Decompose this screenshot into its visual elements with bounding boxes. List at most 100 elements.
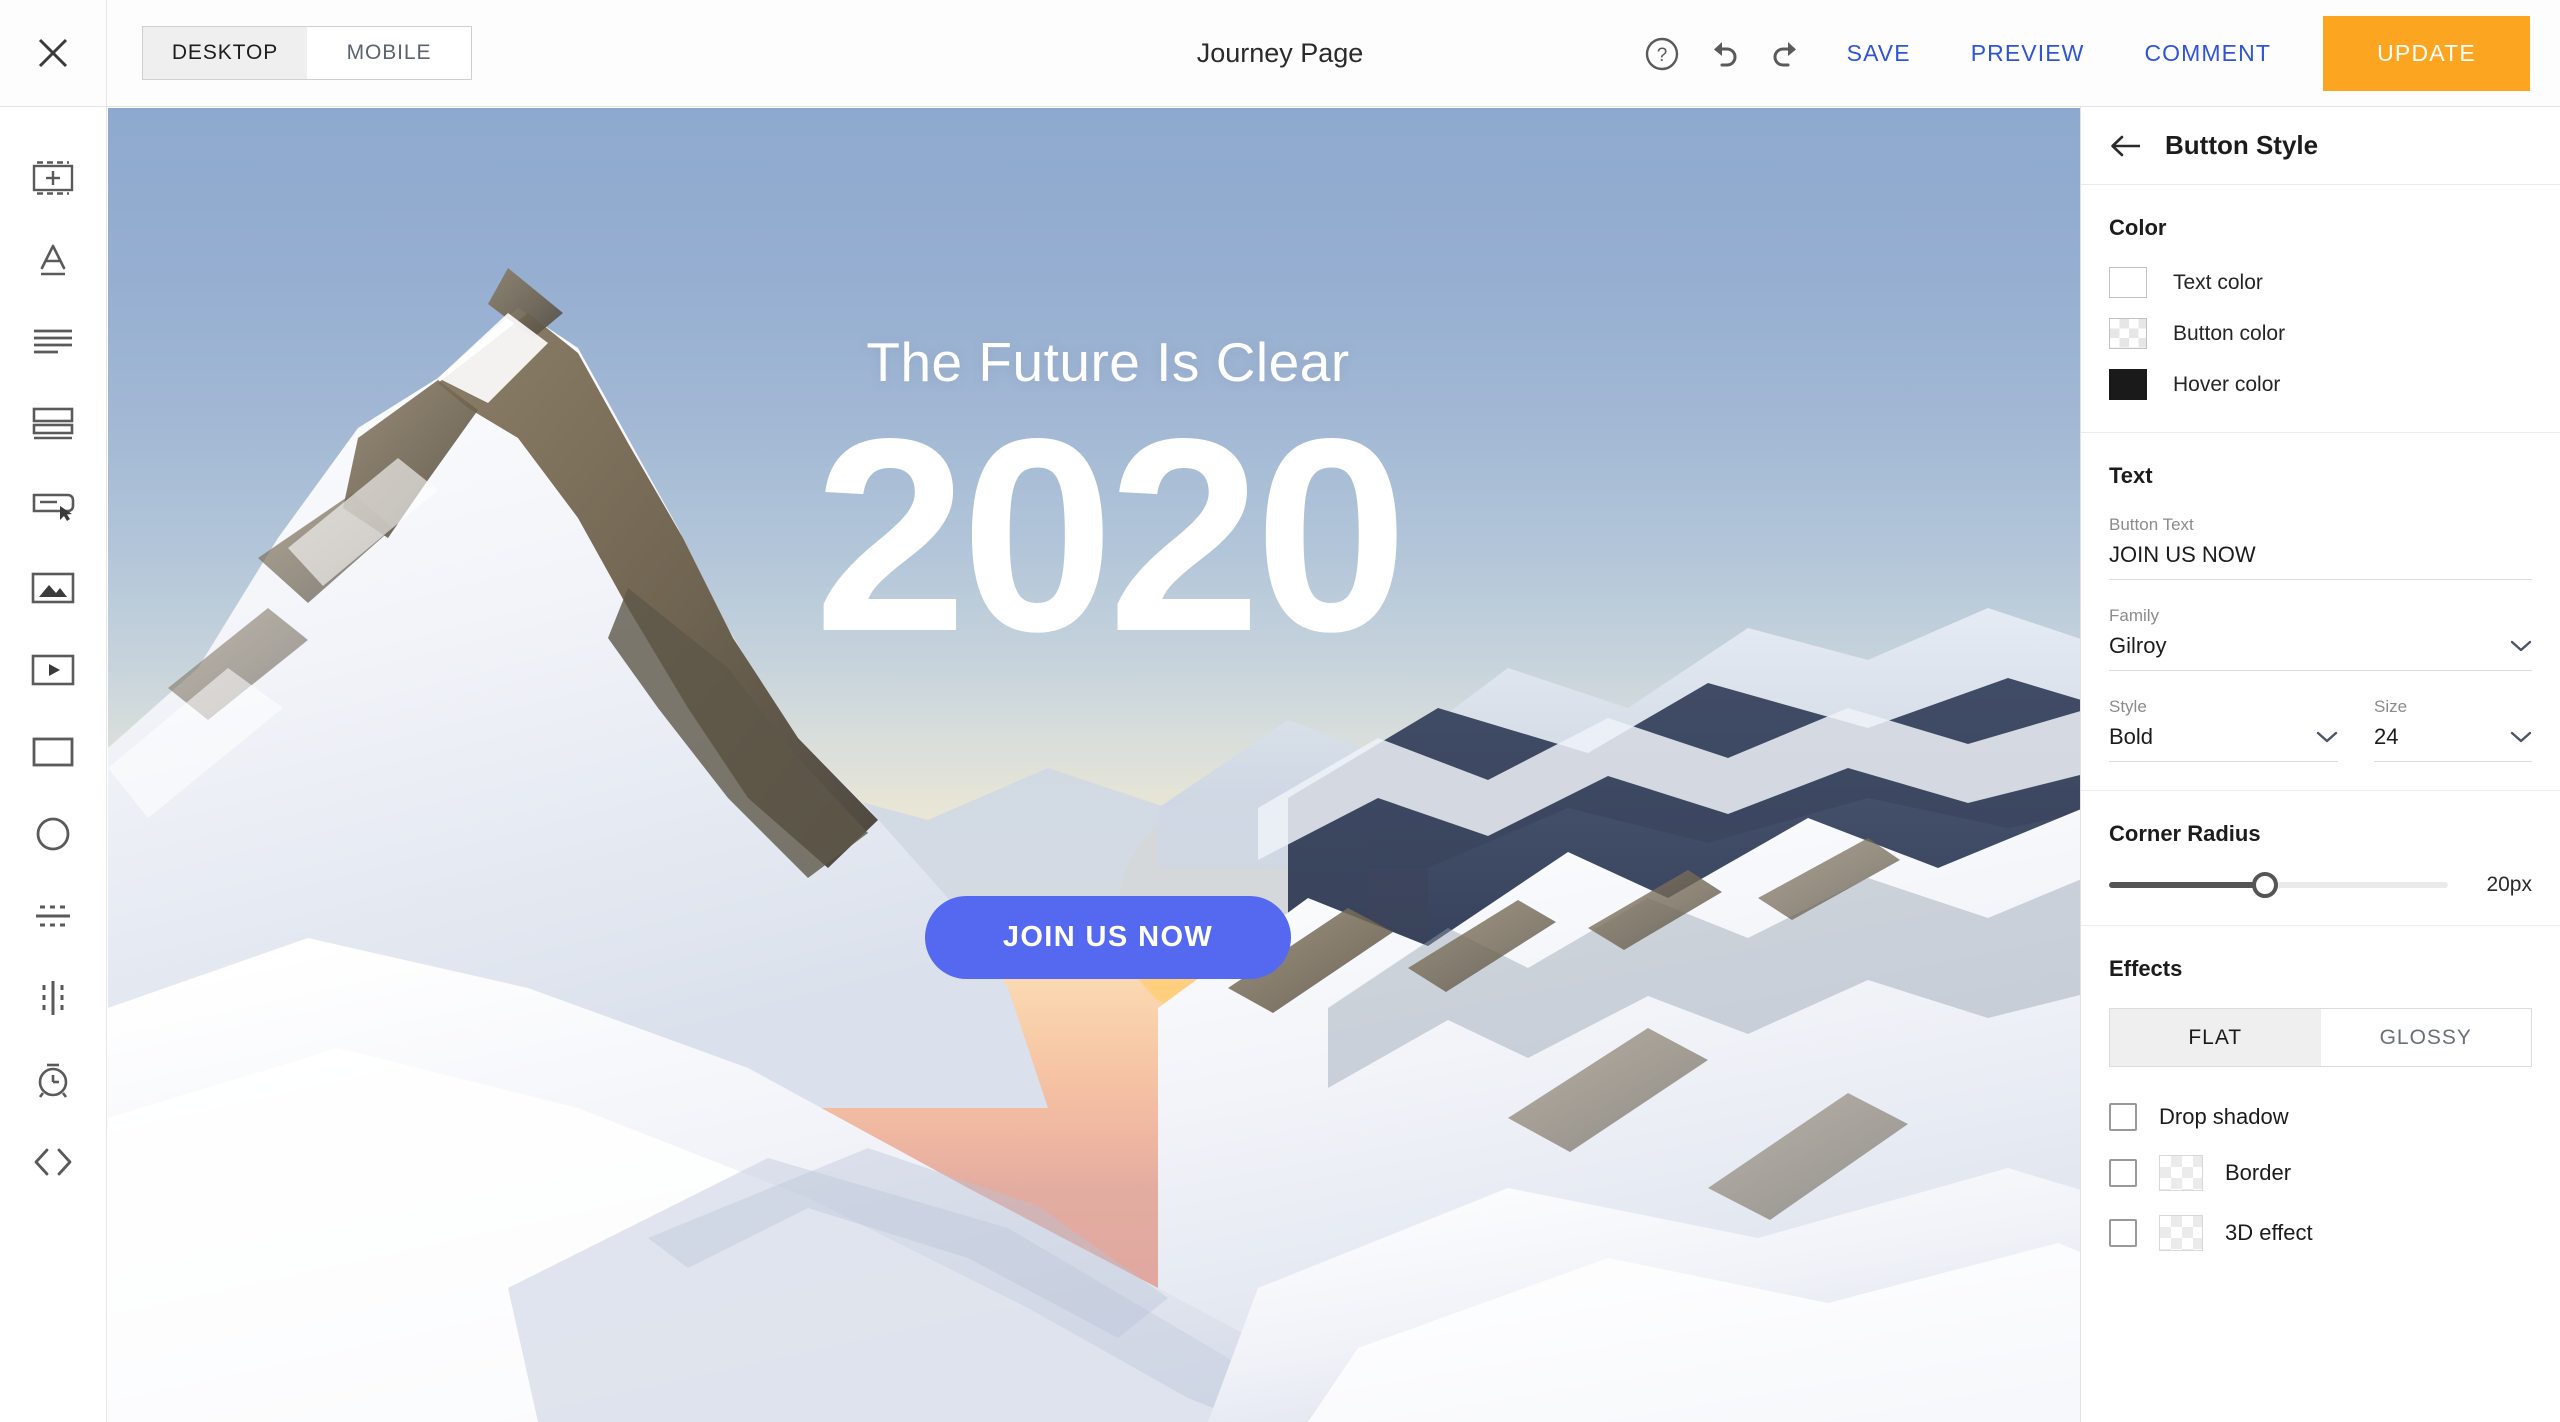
rectangle-icon <box>32 737 74 767</box>
sidebar-item-add-section[interactable] <box>0 137 107 219</box>
tab-mobile[interactable]: MOBILE <box>307 27 471 79</box>
panel-back-button[interactable] <box>2109 134 2143 158</box>
sidebar-item-rows[interactable] <box>0 383 107 465</box>
redo-button[interactable] <box>1755 23 1817 85</box>
help-circle-icon: ? <box>1645 37 1678 70</box>
code-icon <box>34 1148 72 1176</box>
style-size-row: Style Bold Size 24 <box>2109 697 2532 762</box>
hero-cta-button[interactable]: JOIN US NOW <box>925 896 1291 979</box>
button-color-label: Button color <box>2173 321 2286 345</box>
font-size-value: 24 <box>2374 724 2399 749</box>
drop-shadow-checkbox[interactable] <box>2109 1103 2137 1131</box>
corner-radius-section: Corner Radius 20px <box>2081 790 2560 925</box>
undo-icon <box>1713 41 1737 66</box>
text-section: Text Button Text Family Gilroy Style <box>2081 432 2560 790</box>
three-d-effect-row[interactable]: 3D effect <box>2109 1215 2532 1251</box>
corner-radius-slider-row: 20px <box>2109 872 2532 898</box>
tab-flat-label: FLAT <box>2188 1025 2243 1049</box>
button-text-input[interactable] <box>2109 542 2532 580</box>
sidebar-item-text[interactable] <box>0 219 107 301</box>
drop-shadow-row[interactable]: Drop shadow <box>2109 1103 2532 1131</box>
sidebar-item-horizontal-divider[interactable] <box>0 875 107 957</box>
hover-color-label: Hover color <box>2173 372 2281 396</box>
comment-label: COMMENT <box>2144 40 2271 66</box>
sidebar-item-video[interactable] <box>0 629 107 711</box>
sidebar-item-vertical-divider[interactable] <box>0 957 107 1039</box>
panel-title: Button Style <box>2165 130 2319 160</box>
sidebar-item-circle[interactable] <box>0 793 107 875</box>
three-d-effect-label: 3D effect <box>2225 1220 2313 1245</box>
button-text-label: Button Text <box>2109 515 2194 534</box>
hover-color-row[interactable]: Hover color <box>2109 369 2532 400</box>
font-size-field[interactable]: Size 24 <box>2374 697 2532 762</box>
font-family-field[interactable]: Family Gilroy <box>2109 606 2532 671</box>
three-d-effect-color-swatch[interactable] <box>2159 1215 2203 1251</box>
app-root: DESKTOP MOBILE Journey Page ? SAVE PREVI… <box>0 0 2560 1422</box>
top-toolbar: DESKTOP MOBILE Journey Page ? SAVE PREVI… <box>0 0 2560 107</box>
text-icon <box>40 244 66 276</box>
sidebar-item-code[interactable] <box>0 1121 107 1203</box>
chevron-down-icon <box>2510 730 2532 744</box>
font-style-value: Bold <box>2109 724 2154 749</box>
hero-year: 2020 <box>108 398 2108 673</box>
font-size-label: Size <box>2374 697 2408 716</box>
font-style-label: Style <box>2109 697 2147 716</box>
redo-icon <box>1773 41 1796 66</box>
page-title-label: Journey Page <box>1196 38 1364 68</box>
text-color-row[interactable]: Text color <box>2109 267 2532 298</box>
undo-button[interactable] <box>1693 23 1755 85</box>
update-label: UPDATE <box>2377 40 2476 66</box>
font-style-field[interactable]: Style Bold <box>2109 697 2339 762</box>
close-editor-button[interactable] <box>0 0 107 107</box>
drop-shadow-label: Drop shadow <box>2159 1104 2289 1129</box>
effects-section: Effects FLAT GLOSSY Drop shadow Border 3… <box>2081 925 2560 1279</box>
font-size-select[interactable]: 24 <box>2374 724 2532 762</box>
image-icon <box>31 572 75 604</box>
preview-button[interactable]: PREVIEW <box>1941 40 2115 67</box>
circle-icon <box>36 817 70 851</box>
tab-flat[interactable]: FLAT <box>2110 1009 2321 1066</box>
border-color-swatch[interactable] <box>2159 1155 2203 1191</box>
button-color-swatch[interactable] <box>2109 318 2147 349</box>
vertical-divider-icon <box>42 981 64 1015</box>
page-canvas[interactable]: The Future Is Clear 2020 JOIN US NOW <box>108 108 2108 1422</box>
font-style-select[interactable]: Bold <box>2109 724 2339 762</box>
tab-desktop[interactable]: DESKTOP <box>143 27 307 79</box>
sidebar-item-button[interactable] <box>0 465 107 547</box>
tab-mobile-label: MOBILE <box>346 41 432 64</box>
three-d-effect-checkbox[interactable] <box>2109 1219 2137 1247</box>
slider-thumb[interactable] <box>2251 872 2278 898</box>
effects-title: Effects <box>2109 956 2183 981</box>
button-color-row[interactable]: Button color <box>2109 318 2532 349</box>
comment-button[interactable]: COMMENT <box>2114 40 2301 67</box>
hover-color-swatch[interactable] <box>2109 369 2147 400</box>
tab-desktop-label: DESKTOP <box>171 41 279 64</box>
panel-header: Button Style <box>2081 107 2560 185</box>
tab-glossy[interactable]: GLOSSY <box>2320 1009 2531 1066</box>
help-button[interactable]: ? <box>1631 23 1693 85</box>
sidebar-item-image[interactable] <box>0 547 107 629</box>
effects-toggle: FLAT GLOSSY <box>2109 1008 2532 1067</box>
horizontal-divider-icon <box>36 905 70 927</box>
sidebar-item-timer[interactable] <box>0 1039 107 1121</box>
corner-radius-value: 20px <box>2486 873 2532 896</box>
text-color-swatch[interactable] <box>2109 267 2147 298</box>
update-button[interactable]: UPDATE <box>2323 16 2530 91</box>
left-toolbar <box>0 107 107 1422</box>
device-toggle: DESKTOP MOBILE <box>142 26 472 80</box>
corner-radius-title: Corner Radius <box>2109 821 2261 846</box>
font-family-select[interactable]: Gilroy <box>2109 633 2532 671</box>
save-label: SAVE <box>1846 40 1911 66</box>
hero-cta-label: JOIN US NOW <box>1002 921 1214 953</box>
svg-text:?: ? <box>1656 45 1667 66</box>
rows-icon <box>32 407 74 440</box>
timer-icon <box>38 1063 68 1098</box>
corner-radius-slider[interactable] <box>2109 872 2448 898</box>
border-row[interactable]: Border <box>2109 1155 2532 1191</box>
sidebar-item-paragraph[interactable] <box>0 301 107 383</box>
sidebar-item-rectangle[interactable] <box>0 711 107 793</box>
video-icon <box>31 654 75 686</box>
border-checkbox[interactable] <box>2109 1159 2137 1187</box>
save-button[interactable]: SAVE <box>1817 40 1941 67</box>
close-icon <box>38 38 68 68</box>
